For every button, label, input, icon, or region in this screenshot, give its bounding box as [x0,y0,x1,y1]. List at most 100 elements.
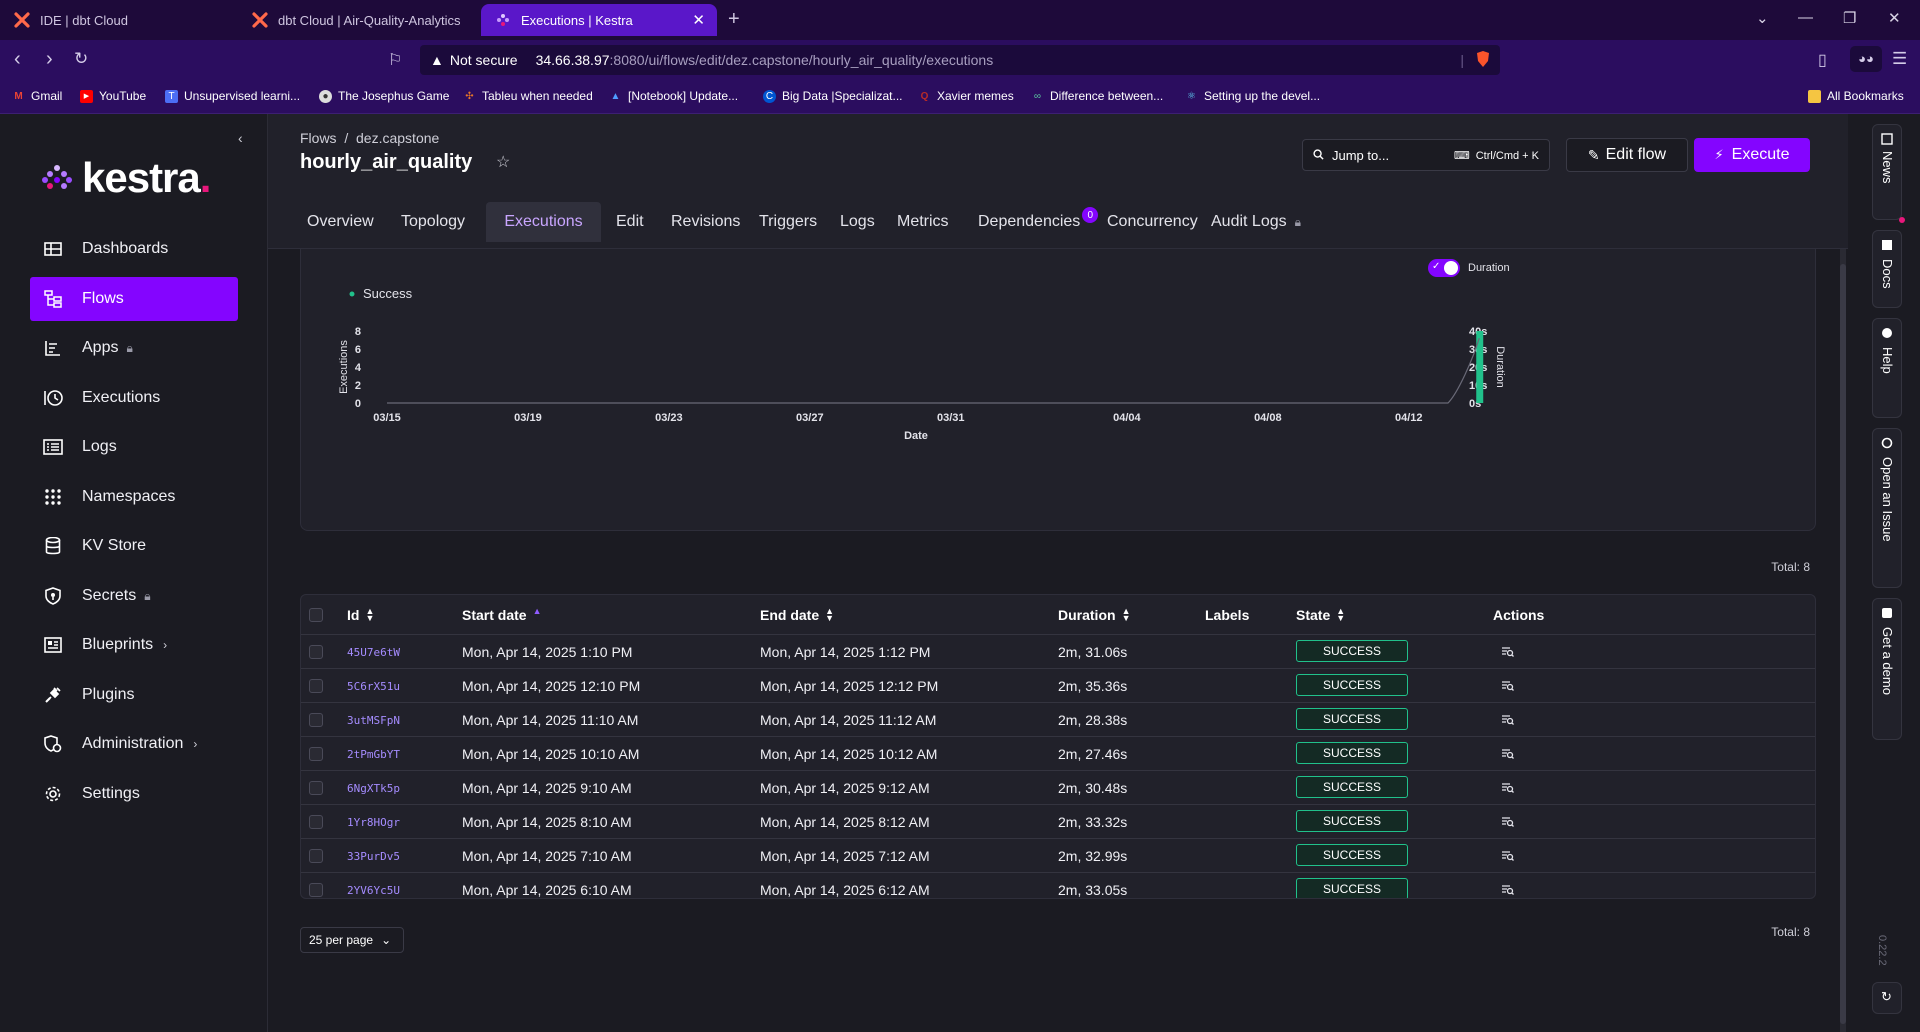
table-row[interactable]: 2tPmGbYT Mon, Apr 14, 2025 10:10 AM Mon, A… [301,737,1815,771]
sidebar-item-executions[interactable]: Executions [30,376,238,420]
sidebar-item-blueprints[interactable]: Blueprints › [30,623,238,667]
restore-button[interactable]: ❐ [1843,9,1856,27]
column-start-date[interactable]: Start date ▲ ▼ [462,607,542,624]
tab-overview[interactable]: Overview [300,202,381,242]
jump-to-button[interactable]: Jump to... ⌨ Ctrl/Cmd + K [1302,139,1550,171]
browser-tab-dbt-ide[interactable]: IDE | dbt Cloud [0,4,245,36]
rail-open-issue-button[interactable]: Open an Issue [1872,428,1902,588]
back-button[interactable]: ‹ [14,48,21,71]
bookmark-tableau[interactable]: ✣ Tableu when needed [463,89,592,103]
column-id[interactable]: Id ▲ ▼ [347,607,374,624]
row-checkbox[interactable] [309,713,323,727]
reload-button[interactable]: ↻ [74,49,88,69]
browser-tab-kestra[interactable]: Executions | Kestra ✕ [481,4,717,36]
row-checkbox[interactable] [309,645,323,659]
execution-id-link[interactable]: 5C6rX51u [347,680,400,693]
view-details-icon[interactable] [1501,747,1514,763]
bookmark-xavier[interactable]: Q Xavier memes [918,89,1014,103]
tab-triggers[interactable]: Triggers [752,202,824,242]
address-bar[interactable]: ▲ Not secure 34.66.38.97:8080/ui/flows/e… [420,45,1500,75]
collapse-sidebar-icon[interactable]: ‹ [238,130,243,146]
sidebar-item-administration[interactable]: Administration › [30,722,238,766]
row-checkbox[interactable] [309,781,323,795]
sidebar-item-apps[interactable]: Apps 🔒︎ [30,326,238,370]
new-tab-button[interactable]: + [728,8,740,31]
menu-icon[interactable]: ☰ [1892,49,1907,69]
select-all-checkbox[interactable] [309,608,323,622]
kestra-logo[interactable]: kestra. [42,154,211,202]
table-row[interactable]: 5C6rX51u Mon, Apr 14, 2025 12:10 PM Mon, A… [301,669,1815,703]
bookmark-youtube[interactable]: ▶ YouTube [80,89,146,103]
bookmark-all[interactable]: All Bookmarks [1808,89,1904,103]
bookmark-bigdata[interactable]: C Big Data |Specializat... [763,89,903,103]
row-checkbox[interactable] [309,849,323,863]
view-details-icon[interactable] [1501,679,1514,695]
sidebar-item-dashboards[interactable]: Dashboards [30,227,238,271]
rail-docs-button[interactable]: Docs [1872,230,1902,308]
execution-id-link[interactable]: 6NgXTk5p [347,782,400,795]
tab-logs[interactable]: Logs [833,202,882,242]
column-state[interactable]: State ▲ ▼ [1296,607,1345,624]
sidebar-item-plugins[interactable]: Plugins [30,673,238,717]
column-end-date[interactable]: End date ▲ ▼ [760,607,834,624]
bookmark-josephus[interactable]: ● The Josephus Game [319,89,449,103]
tab-audit-logs[interactable]: Audit Logs 🔒︎ [1204,202,1308,242]
breadcrumb-flows[interactable]: Flows [300,130,337,146]
execute-button[interactable]: ⚡︎ Execute [1694,138,1810,172]
view-details-icon[interactable] [1501,815,1514,831]
forward-button[interactable]: › [46,48,53,71]
tab-dependencies[interactable]: Dependencies 0 [971,202,1105,242]
execution-id-link[interactable]: 2tPmGbYT [347,748,400,761]
brave-wallet-icon[interactable]: ◕◕ [1850,46,1882,72]
table-row[interactable]: 45U7e6tW Mon, Apr 14, 2025 1:10 PM Mon, Ap… [301,635,1815,669]
breadcrumb-namespace[interactable]: dez.capstone [356,130,439,146]
row-checkbox[interactable] [309,679,323,693]
sidebar-item-namespaces[interactable]: Namespaces [30,475,238,519]
tab-topology[interactable]: Topology [394,202,472,242]
row-checkbox[interactable] [309,747,323,761]
row-checkbox[interactable] [309,883,323,897]
minimize-button[interactable]: — [1798,9,1813,26]
rail-theme-button[interactable]: ↻ [1872,982,1902,1014]
execution-id-link[interactable]: 1Yr8HOgr [347,816,400,829]
sidebar-item-secrets[interactable]: Secrets 🔒︎ [30,574,238,618]
tab-edit[interactable]: Edit [609,202,651,242]
rail-get-demo-button[interactable]: Get a demo [1872,598,1902,740]
column-duration[interactable]: Duration ▲ ▼ [1058,607,1130,624]
scrollbar-thumb[interactable] [1840,264,1846,1024]
table-row[interactable]: 2YV6Yc5U Mon, Apr 14, 2025 6:10 AM Mon, Ap… [301,873,1815,898]
table-row[interactable]: 3utMSFpN Mon, Apr 14, 2025 11:10 AM Mon, A… [301,703,1815,737]
sidebar-item-logs[interactable]: Logs [30,425,238,469]
bookmark-difference[interactable]: ∞ Difference between... [1031,89,1163,103]
execution-id-link[interactable]: 2YV6Yc5U [347,884,400,897]
view-details-icon[interactable] [1501,781,1514,797]
tab-concurrency[interactable]: Concurrency [1100,202,1205,242]
execution-id-link[interactable]: 45U7e6tW [347,646,400,659]
bookmark-notebook[interactable]: ▲ [Notebook] Update... [609,89,739,103]
warning-icon[interactable]: ▲ [430,52,444,68]
sidebar-item-settings[interactable]: Settings [30,772,238,816]
tab-metrics[interactable]: Metrics [890,202,956,242]
close-tab-icon[interactable]: ✕ [692,11,705,29]
tab-executions[interactable]: Executions [486,202,601,242]
view-details-icon[interactable] [1501,645,1514,661]
tab-search-icon[interactable]: ⌄ [1756,9,1769,27]
bookmark-devenv[interactable]: ⚛ Setting up the devel... [1185,89,1320,103]
sidebar-item-kv-store[interactable]: KV Store [30,524,238,568]
table-row[interactable]: 1Yr8HOgr Mon, Apr 14, 2025 8:10 AM Mon, Ap… [301,805,1815,839]
view-details-icon[interactable] [1501,849,1514,865]
sidebar-item-flows[interactable]: Flows [30,277,238,321]
close-window-button[interactable]: ✕ [1888,9,1901,27]
star-icon[interactable]: ☆ [496,152,510,172]
brave-shield-icon[interactable] [1476,50,1490,70]
bookmark-gmail[interactable]: M Gmail [12,89,62,103]
bookmark-unsupervised[interactable]: T Unsupervised learni... [165,89,300,103]
per-page-select[interactable]: 25 per page ⌄ [300,927,404,953]
bookmark-page-icon[interactable]: ⚐ [388,50,402,70]
security-label[interactable]: Not secure [450,52,518,68]
sidebar-toggle-icon[interactable]: ▯ [1818,50,1827,70]
table-row[interactable]: 6NgXTk5p Mon, Apr 14, 2025 9:10 AM Mon, Ap… [301,771,1815,805]
execution-id-link[interactable]: 3utMSFpN [347,714,400,727]
rail-help-button[interactable]: Help [1872,318,1902,418]
row-checkbox[interactable] [309,815,323,829]
